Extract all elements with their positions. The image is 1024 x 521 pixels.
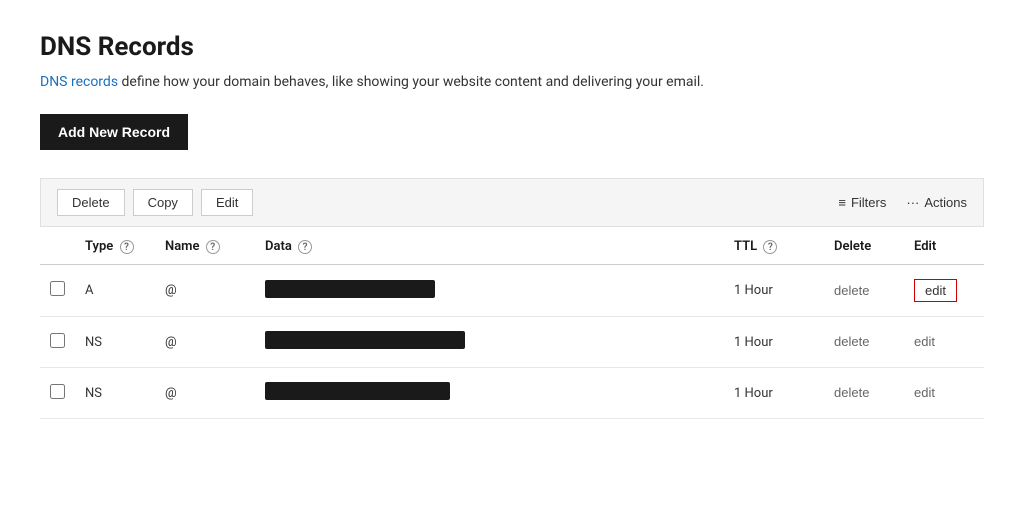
header-ttl: TTL ? (724, 227, 824, 265)
type-help-icon[interactable]: ? (120, 240, 134, 254)
copy-toolbar-button[interactable]: Copy (133, 189, 193, 216)
cell-ttl: 1 Hour (724, 265, 824, 317)
cell-type: A (75, 265, 155, 317)
cell-type: NS (75, 368, 155, 419)
header-data: Data ? (255, 227, 724, 265)
delete-toolbar-button[interactable]: Delete (57, 189, 125, 216)
delete-button[interactable]: delete (834, 334, 869, 349)
cell-ttl: 1 Hour (724, 368, 824, 419)
name-help-icon[interactable]: ? (206, 240, 220, 254)
table-body: A@1 HourdeleteeditNS@1 HourdeleteeditNS@… (40, 265, 984, 419)
filters-button[interactable]: ≡ Filters (838, 195, 886, 210)
cell-data (255, 265, 724, 317)
toolbar: Delete Copy Edit ≡ Filters ··· Actions (40, 178, 984, 227)
cell-data (255, 368, 724, 419)
cell-data (255, 317, 724, 368)
edit-toolbar-button[interactable]: Edit (201, 189, 253, 216)
cell-delete: delete (824, 265, 904, 317)
cell-delete: delete (824, 368, 904, 419)
toolbar-left: Delete Copy Edit (57, 189, 838, 216)
edit-button[interactable]: edit (914, 334, 935, 349)
header-type: Type ? (75, 227, 155, 265)
cell-edit: edit (904, 265, 984, 317)
delete-button[interactable]: delete (834, 385, 869, 400)
delete-button[interactable]: delete (834, 283, 869, 298)
cell-name: @ (155, 317, 255, 368)
cell-name: @ (155, 368, 255, 419)
row-checkbox[interactable] (50, 281, 65, 296)
filter-icon: ≡ (838, 195, 846, 210)
redacted-data (265, 382, 450, 400)
toolbar-right: ≡ Filters ··· Actions (838, 195, 967, 210)
row-checkbox[interactable] (50, 384, 65, 399)
actions-ellipsis-icon: ··· (906, 195, 919, 210)
header-name: Name ? (155, 227, 255, 265)
edit-button[interactable]: edit (914, 385, 935, 400)
dns-records-link[interactable]: DNS records (40, 74, 118, 90)
add-new-record-button[interactable]: Add New Record (40, 114, 188, 150)
table-row: NS@1 Hour delete edit (40, 368, 984, 419)
header-checkbox (40, 227, 75, 265)
cell-edit: edit (904, 317, 984, 368)
table-header-row: Type ? Name ? Data ? TTL ? Delete Edit (40, 227, 984, 265)
ttl-help-icon[interactable]: ? (763, 240, 777, 254)
actions-button[interactable]: ··· Actions (906, 195, 967, 210)
table-row: NS@1 Hour delete edit (40, 317, 984, 368)
cell-edit: edit (904, 368, 984, 419)
description: DNS records define how your domain behav… (40, 74, 984, 90)
header-delete: Delete (824, 227, 904, 265)
cell-delete: delete (824, 317, 904, 368)
dns-records-table: Type ? Name ? Data ? TTL ? Delete Edit A… (40, 227, 984, 419)
data-help-icon[interactable]: ? (298, 240, 312, 254)
edit-button-highlighted[interactable]: edit (914, 279, 957, 302)
redacted-data (265, 331, 465, 349)
cell-name: @ (155, 265, 255, 317)
redacted-data (265, 280, 435, 298)
page-title: DNS Records (40, 32, 984, 62)
header-edit: Edit (904, 227, 984, 265)
row-checkbox[interactable] (50, 333, 65, 348)
table-row: A@1 Hour delete edit (40, 265, 984, 317)
cell-type: NS (75, 317, 155, 368)
cell-ttl: 1 Hour (724, 317, 824, 368)
